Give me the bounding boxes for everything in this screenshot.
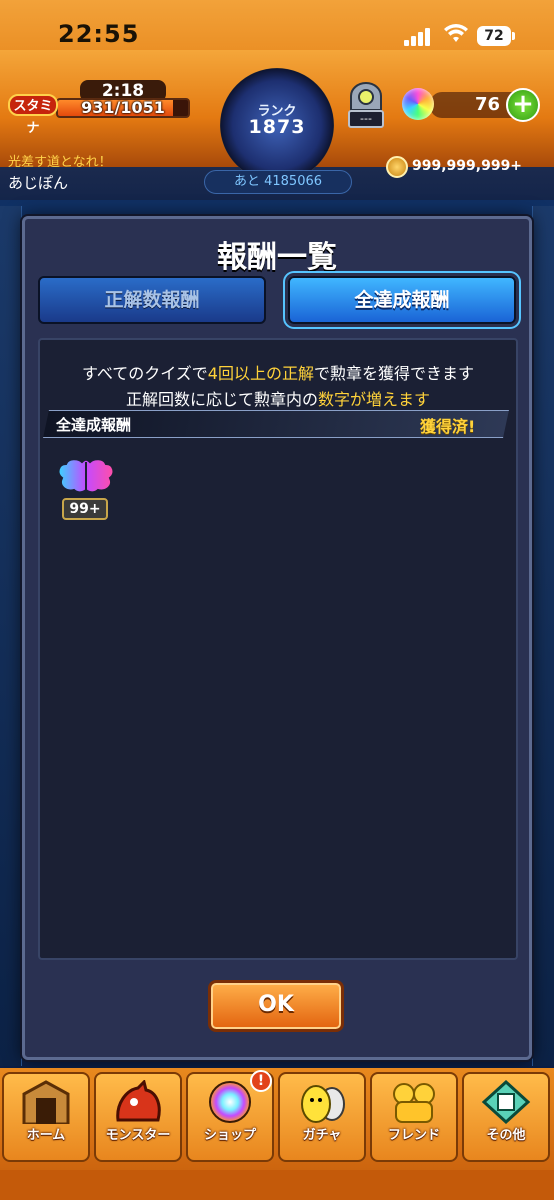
other-menu-icon [480,1079,532,1125]
friends-icon [388,1080,440,1124]
nav-label-gacha: ガチャ [302,1128,342,1143]
battery-icon: 72 [477,26,511,46]
battery-tip [512,32,515,40]
nav-label-monster: モンスター [105,1128,171,1143]
coin-icon [386,156,408,178]
stamina-label: スタミナ [8,94,58,136]
home-gate-icon [20,1080,72,1126]
nav-label-home: ホーム [26,1128,66,1143]
modal-title: 報酬一覧 [217,240,337,275]
ok-button[interactable]: OK [208,980,344,1032]
shop-alert-badge: ! [250,1070,272,1092]
tab-correct-count-reward[interactable]: 正解数報酬 [38,276,266,324]
coin-value: 999,999,999+ [412,158,523,174]
side-frame-left [0,206,22,1066]
rainbow-orb-icon [402,88,434,120]
buy-orb-button[interactable]: + [506,88,540,122]
nav-label-friend: フレンド [387,1128,440,1143]
nav-label-other: その他 [486,1128,526,1143]
side-frame-right [532,206,554,1066]
rank-value: 1873 [248,116,306,138]
reward-status-badge: 獲得済! [420,417,476,436]
wifi-icon [444,24,468,46]
cell-signal-icon [404,28,434,46]
description-line-2: 正解回数に応じて勲章内の数字が増えます [125,390,431,409]
medal-count-badge: 99+ [62,498,108,520]
user-title: 光差す道となれ！ [8,155,112,170]
stamina-value: 931/1051 [81,98,165,117]
status-time: 22:55 [58,20,140,48]
orb-counter: --- [348,110,384,128]
nav-label-shop: ショップ [203,1128,256,1143]
rank-next-exp: あと 4185066 [204,170,352,194]
tab-full-completion-reward[interactable]: 全達成報酬 [288,276,516,324]
rainbow-orb-icon [204,1080,256,1124]
user-name: あじぽん [8,174,69,192]
brain-medal-icon[interactable] [54,456,118,494]
orb-count: 76 [474,94,500,115]
gacha-egg-icon [296,1080,348,1124]
dragon-icon [112,1079,164,1124]
reward-label: 全達成報酬 [56,416,132,434]
description-line-1: すべてのクイズで4回以上の正解で勲章を獲得できます [82,364,474,383]
nav-base [0,1170,554,1200]
